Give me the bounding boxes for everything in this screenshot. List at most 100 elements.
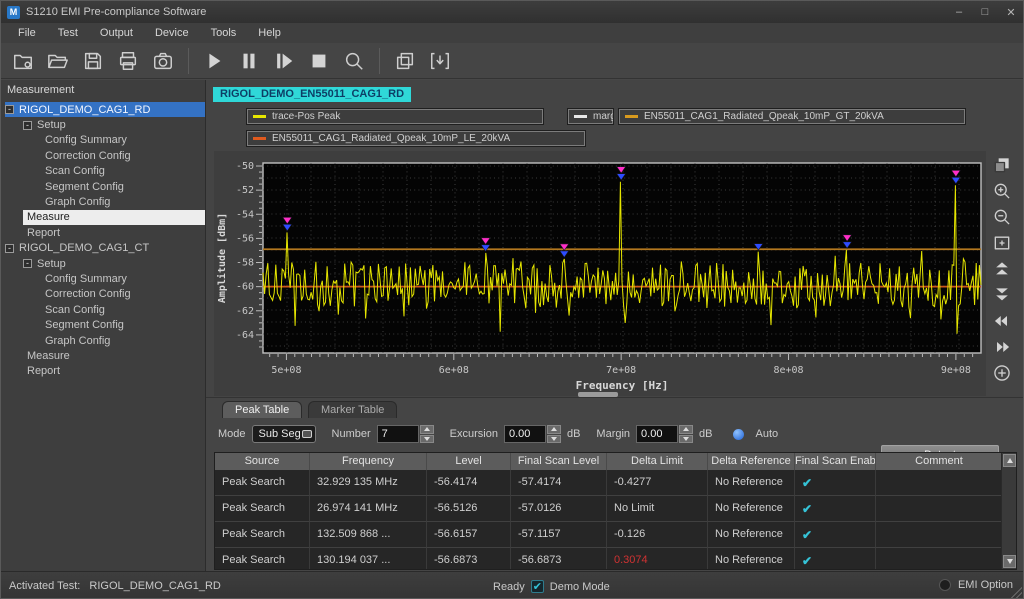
excursion-up-icon[interactable] xyxy=(547,425,561,434)
check-icon[interactable]: ✔ xyxy=(802,502,812,516)
close-button[interactable]: ✕ xyxy=(1005,6,1017,19)
chart-plot[interactable]: -50-52-54-56-58-60-62-645e+086e+087e+088… xyxy=(214,151,986,396)
cell-source: Peak Search xyxy=(215,496,310,522)
tree-item-scan-config[interactable]: Scan Config xyxy=(41,164,205,179)
tree-item-measure[interactable]: Measure xyxy=(23,348,205,363)
check-icon[interactable]: ✔ xyxy=(802,476,812,490)
menu-help[interactable]: Help xyxy=(247,24,292,42)
legend-trace-pos-peak[interactable]: trace-Pos Peak xyxy=(246,108,544,125)
tree-item-label: Graph Config xyxy=(41,335,116,347)
menu-output[interactable]: Output xyxy=(89,24,144,42)
legend-margin[interactable]: margin xyxy=(567,108,614,125)
check-icon[interactable]: ✔ xyxy=(802,554,812,568)
expander-icon[interactable]: - xyxy=(23,259,32,268)
chart-right-icon[interactable] xyxy=(989,335,1015,359)
cell-delta-limit: No Limit xyxy=(607,496,708,522)
status-right: EMI Option xyxy=(939,579,1013,591)
chart-fit-icon[interactable] xyxy=(989,231,1015,255)
menu-tools[interactable]: Tools xyxy=(200,24,248,42)
chart-left-icon[interactable] xyxy=(989,309,1015,333)
screenshot-icon[interactable] xyxy=(149,47,177,75)
demo-mode-checkbox[interactable]: ✔ xyxy=(531,580,544,593)
tree-item-rigol-demo-cag1-ct[interactable]: -RIGOL_DEMO_CAG1_CT xyxy=(5,241,205,256)
table-row[interactable]: Peak Search32.929 135 MHz-56.4174-57.417… xyxy=(215,470,1003,496)
chart-zoom-out-icon[interactable] xyxy=(989,205,1015,229)
window-copy-icon[interactable] xyxy=(391,47,419,75)
legend-color-swatch xyxy=(625,115,638,118)
margin-input[interactable]: 0.00 xyxy=(636,425,678,443)
menu-device[interactable]: Device xyxy=(144,24,200,42)
tree-item-setup[interactable]: -Setup xyxy=(23,256,205,271)
save-icon[interactable] xyxy=(79,47,107,75)
tree-item-setup[interactable]: -Setup xyxy=(23,117,205,132)
mode-select[interactable]: Sub Seg xyxy=(252,425,316,443)
check-icon[interactable]: ✔ xyxy=(802,528,812,542)
scroll-up-icon[interactable] xyxy=(1003,454,1016,467)
pause-icon[interactable] xyxy=(235,47,263,75)
resume-icon[interactable] xyxy=(270,47,298,75)
tree-item-report[interactable]: Report xyxy=(23,364,205,379)
menu-test[interactable]: Test xyxy=(47,24,89,42)
graph-tab[interactable]: RIGOL_DEMO_EN55011_CAG1_RD xyxy=(213,87,411,102)
open-folder-icon[interactable] xyxy=(44,47,72,75)
tree-item-config-summary[interactable]: Config Summary xyxy=(41,271,205,286)
tree-item-measure[interactable]: Measure xyxy=(23,210,205,225)
export-report-icon[interactable] xyxy=(426,47,454,75)
legend-color-swatch xyxy=(253,115,266,118)
resize-grip-icon[interactable] xyxy=(1010,587,1022,599)
number-input[interactable]: 7 xyxy=(377,425,419,443)
margin-up-icon[interactable] xyxy=(679,425,693,434)
auto-radio[interactable] xyxy=(733,429,744,440)
tree-item-correction-config[interactable]: Correction Config xyxy=(41,148,205,163)
excursion-input[interactable]: 0.00 xyxy=(504,425,546,443)
excursion-down-icon[interactable] xyxy=(547,435,561,444)
tree-item-correction-config[interactable]: Correction Config xyxy=(41,287,205,302)
chart-up-icon[interactable] xyxy=(989,257,1015,281)
tree-item-label: Correction Config xyxy=(41,150,137,162)
tree-item-report[interactable]: Report xyxy=(23,225,205,240)
tree-item-label: Correction Config xyxy=(41,288,137,300)
table-row[interactable]: Peak Search132.509 868 ...-56.6157-57.11… xyxy=(215,522,1003,548)
run-icon[interactable] xyxy=(200,47,228,75)
tree-item-rigol-demo-cag1-rd[interactable]: -RIGOL_DEMO_CAG1_RD xyxy=(5,102,205,117)
chart-zoom-in-icon[interactable] xyxy=(989,179,1015,203)
svg-text:-54: -54 xyxy=(236,209,254,220)
expander-icon[interactable]: - xyxy=(5,244,14,253)
sidebar-header: Measurement xyxy=(1,80,205,102)
minimize-button[interactable]: – xyxy=(953,6,965,19)
legend-en55011-cag1-radiated-qpeak-10[interactable]: EN55011_CAG1_Radiated_Qpeak_10mP_GT_20kV… xyxy=(618,108,966,125)
tree-item-segment-config[interactable]: Segment Config xyxy=(41,317,205,332)
tree-item-segment-config[interactable]: Segment Config xyxy=(41,179,205,194)
menu-file[interactable]: File xyxy=(7,24,47,42)
number-up-icon[interactable] xyxy=(420,425,434,434)
tree-item-graph-config[interactable]: Graph Config xyxy=(41,194,205,209)
legend-en55011-cag1-radiated-qpeak-10[interactable]: EN55011_CAG1_Radiated_Qpeak_10mP_LE_20kV… xyxy=(246,130,586,147)
maximize-button[interactable]: □ xyxy=(979,6,991,19)
table-v-scrollbar[interactable] xyxy=(1001,453,1016,569)
column-header-delta-reference: Delta Reference xyxy=(708,453,795,470)
scroll-down-icon[interactable] xyxy=(1003,555,1016,568)
expander-icon[interactable]: - xyxy=(5,105,14,114)
chart-down-icon[interactable] xyxy=(989,283,1015,307)
cell-frequency: 32.929 135 MHz xyxy=(310,470,427,496)
margin-down-icon[interactable] xyxy=(679,435,693,444)
search-icon[interactable] xyxy=(340,47,368,75)
stop-icon[interactable] xyxy=(305,47,333,75)
table-row[interactable]: Peak Search26.974 141 MHz-56.5126-57.012… xyxy=(215,496,1003,522)
chart-pages-icon[interactable] xyxy=(989,153,1015,177)
table-row[interactable]: Peak Search130.194 037 ...-56.6873-56.68… xyxy=(215,548,1003,570)
print-icon[interactable] xyxy=(114,47,142,75)
tree-item-graph-config[interactable]: Graph Config xyxy=(41,333,205,348)
tab-marker-table[interactable]: Marker Table xyxy=(308,401,397,418)
tree-item-scan-config[interactable]: Scan Config xyxy=(41,302,205,317)
chart-add-icon[interactable] xyxy=(989,361,1015,385)
new-session-icon[interactable] xyxy=(9,47,37,75)
menu-bar: FileTestOutputDeviceToolsHelp xyxy=(1,23,1023,43)
tree-item-config-summary[interactable]: Config Summary xyxy=(41,133,205,148)
column-header-final-scan-level: Final Scan Level xyxy=(511,453,607,470)
number-down-icon[interactable] xyxy=(420,435,434,444)
emi-option-toggle[interactable] xyxy=(939,579,951,591)
expander-icon[interactable]: - xyxy=(23,121,32,130)
cell-delta-reference: No Reference xyxy=(708,470,795,496)
tab-peak-table[interactable]: Peak Table xyxy=(222,401,302,418)
